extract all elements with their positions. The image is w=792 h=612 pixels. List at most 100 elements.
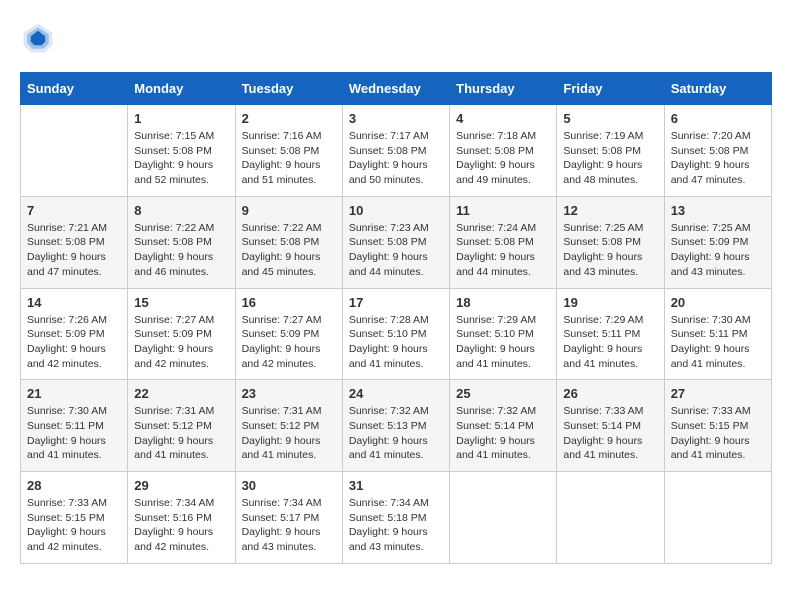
day-info: Sunrise: 7:20 AMSunset: 5:08 PMDaylight:… [671,129,765,188]
day-number: 31 [349,478,443,493]
day-info: Sunrise: 7:29 AMSunset: 5:10 PMDaylight:… [456,313,550,372]
day-number: 10 [349,203,443,218]
day-number: 29 [134,478,228,493]
day-info: Sunrise: 7:32 AMSunset: 5:13 PMDaylight:… [349,404,443,463]
calendar-cell: 2 Sunrise: 7:16 AMSunset: 5:08 PMDaylight… [235,105,342,197]
week-row-1: 7 Sunrise: 7:21 AMSunset: 5:08 PMDaylight… [21,196,772,288]
calendar-cell: 18 Sunrise: 7:29 AMSunset: 5:10 PMDayligh… [450,288,557,380]
week-row-3: 21Sunrise: 7:30 AMSunset: 5:11 PMDayligh… [21,380,772,472]
day-number: 2 [242,111,336,126]
day-number: 15 [134,295,228,310]
weekday-header-wednesday: Wednesday [342,73,449,105]
weekday-header-friday: Friday [557,73,664,105]
calendar-body: 1Sunrise: 7:15 AMSunset: 5:08 PMDaylight… [21,105,772,564]
day-info: Sunrise: 7:33 AMSunset: 5:15 PMDaylight:… [27,496,121,555]
day-number: 22 [134,386,228,401]
day-info: Sunrise: 7:19 AMSunset: 5:08 PMDaylight:… [563,129,657,188]
calendar-cell: 9 Sunrise: 7:22 AMSunset: 5:08 PMDaylight… [235,196,342,288]
day-info: Sunrise: 7:22 AMSunset: 5:08 PMDaylight:… [242,221,336,280]
day-info: Sunrise: 7:25 AMSunset: 5:08 PMDaylight:… [563,221,657,280]
day-number: 17 [349,295,443,310]
calendar-cell: 21Sunrise: 7:30 AMSunset: 5:11 PMDayligh… [21,380,128,472]
day-number: 26 [563,386,657,401]
day-info: Sunrise: 7:31 AMSunset: 5:12 PMDaylight:… [134,404,228,463]
day-number: 4 [456,111,550,126]
day-number: 30 [242,478,336,493]
day-number: 28 [27,478,121,493]
calendar-cell: 29 Sunrise: 7:34 AMSunset: 5:16 PMDayligh… [128,472,235,564]
weekday-header-tuesday: Tuesday [235,73,342,105]
calendar-cell: 23 Sunrise: 7:31 AMSunset: 5:12 PMDayligh… [235,380,342,472]
calendar-cell: 25Sunrise: 7:32 AMSunset: 5:14 PMDayligh… [450,380,557,472]
day-info: Sunrise: 7:29 AMSunset: 5:11 PMDaylight:… [563,313,657,372]
day-number: 11 [456,203,550,218]
weekday-header-saturday: Saturday [664,73,771,105]
day-info: Sunrise: 7:27 AMSunset: 5:09 PMDaylight:… [134,313,228,372]
day-info: Sunrise: 7:23 AMSunset: 5:08 PMDaylight:… [349,221,443,280]
page-header [20,20,772,56]
calendar-cell: 1Sunrise: 7:15 AMSunset: 5:08 PMDaylight… [128,105,235,197]
weekday-header-thursday: Thursday [450,73,557,105]
day-info: Sunrise: 7:30 AMSunset: 5:11 PMDaylight:… [27,404,121,463]
calendar-cell: 24Sunrise: 7:32 AMSunset: 5:13 PMDayligh… [342,380,449,472]
day-info: Sunrise: 7:34 AMSunset: 5:16 PMDaylight:… [134,496,228,555]
day-number: 27 [671,386,765,401]
day-number: 23 [242,386,336,401]
calendar: SundayMondayTuesdayWednesdayThursdayFrid… [20,72,772,564]
day-number: 20 [671,295,765,310]
calendar-cell: 3Sunrise: 7:17 AMSunset: 5:08 PMDaylight… [342,105,449,197]
calendar-cell: 22 Sunrise: 7:31 AMSunset: 5:12 PMDayligh… [128,380,235,472]
day-info: Sunrise: 7:15 AMSunset: 5:08 PMDaylight:… [134,129,228,188]
calendar-cell: 27 Sunrise: 7:33 AMSunset: 5:15 PMDayligh… [664,380,771,472]
day-number: 6 [671,111,765,126]
logo [20,20,62,56]
calendar-cell [21,105,128,197]
calendar-cell: 15 Sunrise: 7:27 AMSunset: 5:09 PMDayligh… [128,288,235,380]
day-info: Sunrise: 7:21 AMSunset: 5:08 PMDaylight:… [27,221,121,280]
calendar-cell: 31Sunrise: 7:34 AMSunset: 5:18 PMDayligh… [342,472,449,564]
calendar-cell: 12Sunrise: 7:25 AMSunset: 5:08 PMDayligh… [557,196,664,288]
calendar-cell: 17 Sunrise: 7:28 AMSunset: 5:10 PMDayligh… [342,288,449,380]
logo-icon [20,20,56,56]
week-row-0: 1Sunrise: 7:15 AMSunset: 5:08 PMDaylight… [21,105,772,197]
day-info: Sunrise: 7:34 AMSunset: 5:17 PMDaylight:… [242,496,336,555]
week-row-2: 14Sunrise: 7:26 AMSunset: 5:09 PMDayligh… [21,288,772,380]
calendar-cell [450,472,557,564]
calendar-cell: 19 Sunrise: 7:29 AMSunset: 5:11 PMDayligh… [557,288,664,380]
day-number: 8 [134,203,228,218]
day-info: Sunrise: 7:24 AMSunset: 5:08 PMDaylight:… [456,221,550,280]
calendar-cell: 20 Sunrise: 7:30 AMSunset: 5:11 PMDayligh… [664,288,771,380]
day-info: Sunrise: 7:33 AMSunset: 5:14 PMDaylight:… [563,404,657,463]
day-info: Sunrise: 7:18 AMSunset: 5:08 PMDaylight:… [456,129,550,188]
day-number: 5 [563,111,657,126]
day-info: Sunrise: 7:30 AMSunset: 5:11 PMDaylight:… [671,313,765,372]
day-info: Sunrise: 7:28 AMSunset: 5:10 PMDaylight:… [349,313,443,372]
day-info: Sunrise: 7:31 AMSunset: 5:12 PMDaylight:… [242,404,336,463]
calendar-cell: 11 Sunrise: 7:24 AMSunset: 5:08 PMDayligh… [450,196,557,288]
day-number: 13 [671,203,765,218]
calendar-cell: 10 Sunrise: 7:23 AMSunset: 5:08 PMDayligh… [342,196,449,288]
day-number: 25 [456,386,550,401]
week-row-4: 28 Sunrise: 7:33 AMSunset: 5:15 PMDayligh… [21,472,772,564]
calendar-cell: 13Sunrise: 7:25 AMSunset: 5:09 PMDayligh… [664,196,771,288]
day-info: Sunrise: 7:16 AMSunset: 5:08 PMDaylight:… [242,129,336,188]
calendar-cell: 8Sunrise: 7:22 AMSunset: 5:08 PMDaylight… [128,196,235,288]
day-info: Sunrise: 7:27 AMSunset: 5:09 PMDaylight:… [242,313,336,372]
calendar-cell: 6 Sunrise: 7:20 AMSunset: 5:08 PMDaylight… [664,105,771,197]
day-number: 18 [456,295,550,310]
day-info: Sunrise: 7:33 AMSunset: 5:15 PMDaylight:… [671,404,765,463]
calendar-cell: 26 Sunrise: 7:33 AMSunset: 5:14 PMDayligh… [557,380,664,472]
calendar-cell: 30 Sunrise: 7:34 AMSunset: 5:17 PMDayligh… [235,472,342,564]
day-number: 9 [242,203,336,218]
day-number: 19 [563,295,657,310]
calendar-cell: 4 Sunrise: 7:18 AMSunset: 5:08 PMDaylight… [450,105,557,197]
weekday-header-row: SundayMondayTuesdayWednesdayThursdayFrid… [21,73,772,105]
calendar-cell: 28 Sunrise: 7:33 AMSunset: 5:15 PMDayligh… [21,472,128,564]
calendar-cell [557,472,664,564]
calendar-cell: 14Sunrise: 7:26 AMSunset: 5:09 PMDayligh… [21,288,128,380]
day-number: 3 [349,111,443,126]
calendar-cell: 16 Sunrise: 7:27 AMSunset: 5:09 PMDayligh… [235,288,342,380]
calendar-cell: 5 Sunrise: 7:19 AMSunset: 5:08 PMDaylight… [557,105,664,197]
day-number: 16 [242,295,336,310]
day-number: 7 [27,203,121,218]
